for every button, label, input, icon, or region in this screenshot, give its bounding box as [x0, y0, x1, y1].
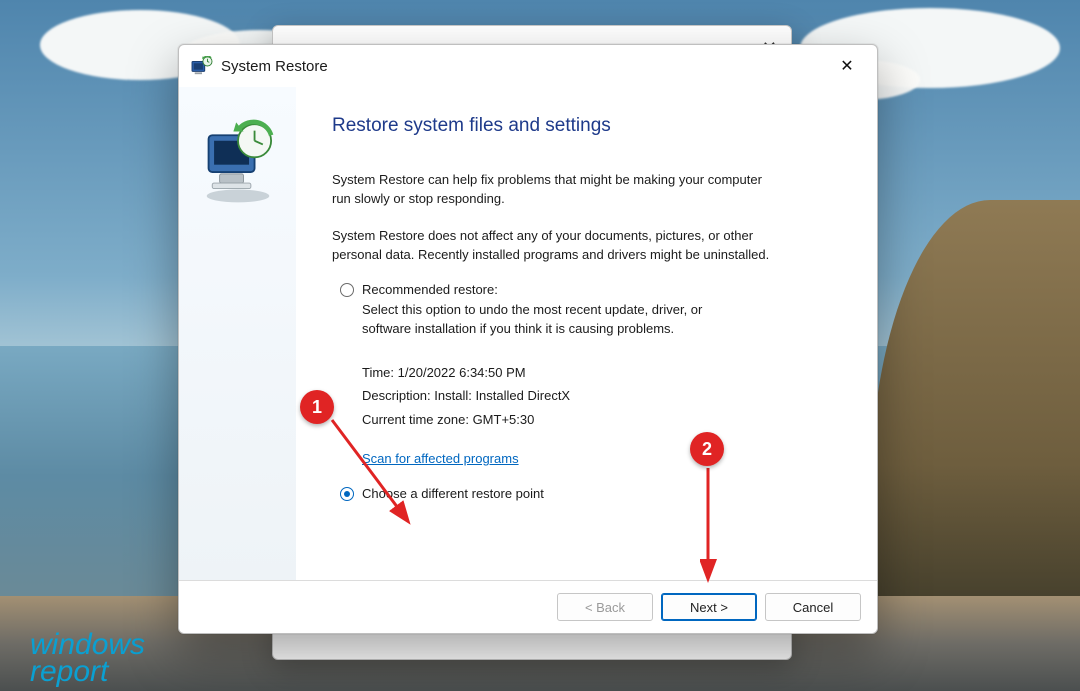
- system-restore-window: System Restore ✕ Restore system files an…: [178, 44, 878, 634]
- page-heading: Restore system files and settings: [332, 115, 837, 137]
- next-button[interactable]: Next >: [661, 593, 757, 621]
- window-title: System Restore: [221, 58, 328, 75]
- system-restore-icon: [191, 56, 213, 76]
- close-button[interactable]: ✕: [829, 50, 865, 82]
- wizard-graphic-icon: [192, 115, 284, 207]
- description-value: Install: Installed DirectX: [434, 388, 570, 403]
- wizard-footer: < Back Next > Cancel: [179, 580, 877, 633]
- annotation-badge-1: 1: [300, 390, 334, 424]
- timezone-value: GMT+5:30: [473, 412, 535, 427]
- wizard-sidebar: [179, 87, 296, 580]
- annotation-arrow-1: [322, 410, 432, 540]
- radio-recommended-restore[interactable]: Recommended restore:: [332, 282, 837, 297]
- watermark-logo: windows report: [30, 631, 145, 685]
- recommended-description: Select this option to undo the most rece…: [332, 301, 742, 339]
- back-button: < Back: [557, 593, 653, 621]
- radio-icon: [340, 283, 354, 297]
- annotation-arrow-2: [700, 462, 720, 592]
- radio-recommended-label: Recommended restore:: [362, 282, 498, 297]
- titlebar: System Restore ✕: [179, 45, 877, 87]
- intro-paragraph-2: System Restore does not affect any of yo…: [332, 227, 772, 265]
- cancel-button[interactable]: Cancel: [765, 593, 861, 621]
- time-label: Time:: [362, 365, 394, 380]
- description-label: Description:: [362, 388, 431, 403]
- time-value: 1/20/2022 6:34:50 PM: [398, 365, 526, 380]
- close-icon: ✕: [840, 56, 853, 76]
- annotation-badge-2: 2: [690, 432, 724, 466]
- intro-paragraph-1: System Restore can help fix problems tha…: [332, 171, 772, 209]
